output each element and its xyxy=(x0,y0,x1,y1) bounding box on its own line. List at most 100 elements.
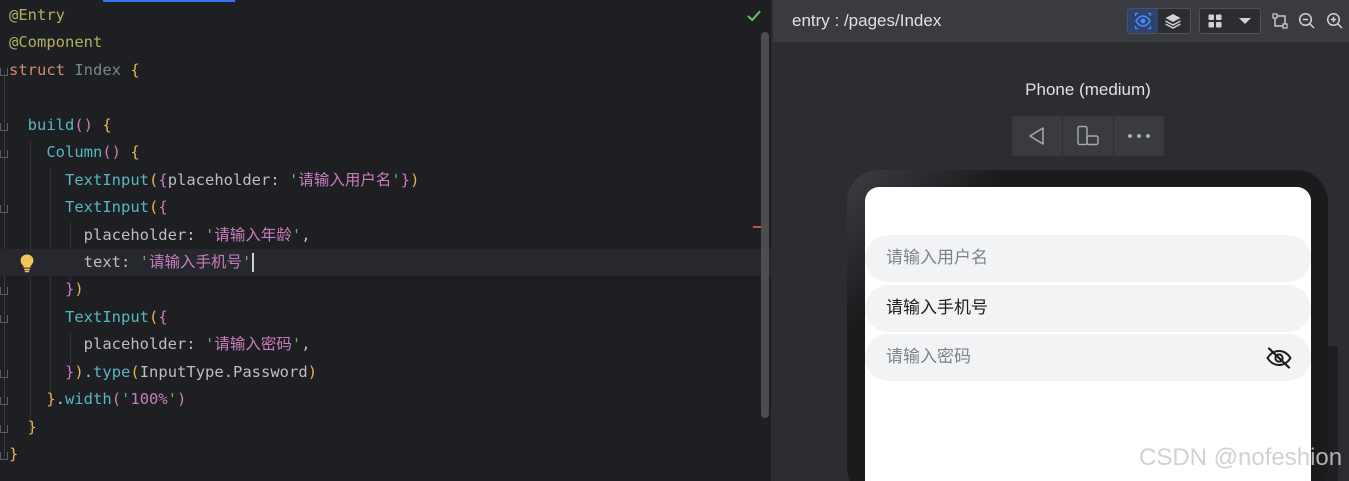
code-line[interactable]: }).type(InputType.Password) xyxy=(9,359,771,386)
code-line[interactable]: @Component xyxy=(9,29,771,56)
fold-marker[interactable] xyxy=(0,150,8,158)
code-token: { xyxy=(102,115,112,134)
code-token: ) xyxy=(74,362,84,381)
code-token: placeholder: xyxy=(167,170,290,189)
code-token: ' xyxy=(391,170,401,189)
code-line[interactable]: @Entry xyxy=(9,2,771,29)
code-token: TextInput xyxy=(65,170,149,189)
phone-number-input[interactable]: 请输入手机号 xyxy=(865,285,1311,332)
code-line[interactable]: TextInput({ xyxy=(9,304,771,331)
layers-button[interactable] xyxy=(1158,9,1188,33)
code-token: 请输入用户名 xyxy=(298,170,392,189)
more-button[interactable] xyxy=(1114,116,1164,156)
phone-number-value: 请输入手机号 xyxy=(886,298,988,318)
code-line[interactable]: TextInput({ xyxy=(9,194,771,221)
code-token: ' xyxy=(291,225,302,244)
zoom-in-button[interactable] xyxy=(1325,10,1345,32)
code-token: ) xyxy=(177,390,187,409)
code-line[interactable]: build() { xyxy=(9,112,771,139)
code-token: @Entry xyxy=(9,6,65,24)
fold-marker[interactable] xyxy=(0,425,8,433)
zoom-out-button[interactable] xyxy=(1297,10,1317,32)
fold-marker[interactable] xyxy=(0,370,8,378)
code-token: ( xyxy=(130,362,140,381)
code-token: } xyxy=(9,445,19,463)
code-token: InputType.Password xyxy=(139,362,308,381)
code-line[interactable]: TextInput({placeholder: '请输入用户名'}) xyxy=(9,167,771,194)
eye-off-icon[interactable] xyxy=(1265,346,1293,370)
code-token: Index xyxy=(74,60,131,79)
code-line[interactable]: }) xyxy=(9,276,771,303)
rotate-device-button[interactable] xyxy=(1063,116,1114,156)
inspector-button[interactable] xyxy=(1128,9,1158,33)
code-token: () xyxy=(74,115,94,134)
fold-marker[interactable] xyxy=(0,123,8,131)
crop-button[interactable] xyxy=(1270,10,1290,32)
fold-marker[interactable] xyxy=(0,205,8,213)
password-input[interactable]: 请输入密码 xyxy=(865,334,1311,381)
back-button[interactable] xyxy=(1012,116,1063,156)
fold-marker[interactable] xyxy=(0,452,8,460)
fold-marker[interactable] xyxy=(0,287,8,295)
grid-button[interactable] xyxy=(1200,9,1230,33)
code-token: ' xyxy=(242,252,252,271)
code-token: { xyxy=(130,60,140,79)
code-line[interactable]: text: '请输入手机号' xyxy=(0,248,771,277)
code-token: } xyxy=(27,417,38,436)
check-icon[interactable] xyxy=(746,8,762,24)
dropdown-toggle[interactable] xyxy=(1230,9,1260,33)
code-token: , xyxy=(301,225,311,244)
code-line[interactable]: struct Index { xyxy=(9,57,771,84)
more-icon xyxy=(1128,134,1150,138)
code-line[interactable]: ​ xyxy=(9,84,771,111)
code-line[interactable]: Column() { xyxy=(9,139,771,166)
layers-icon xyxy=(1165,14,1181,29)
fold-marker[interactable] xyxy=(0,315,8,323)
code-line[interactable]: placeholder: '请输入密码', xyxy=(9,331,771,358)
code-token: { xyxy=(158,170,168,189)
code-token: , xyxy=(301,335,311,354)
code-token: } xyxy=(65,280,75,299)
code-token: placeholder: xyxy=(83,225,205,244)
code-token: ' xyxy=(289,170,299,189)
editor-scrollbar[interactable] xyxy=(761,32,769,418)
code-token: type xyxy=(93,362,131,381)
previewer-title: entry : /pages/Index xyxy=(792,11,942,30)
code-token: ' xyxy=(139,252,149,271)
lightbulb-icon[interactable] xyxy=(18,253,36,273)
previewer-panel: entry : /pages/Index Phone (medium) 请输入用… xyxy=(773,0,1349,481)
username-input[interactable]: 请输入用户名 xyxy=(865,235,1311,282)
rotate-device-icon xyxy=(1077,125,1099,146)
fold-marker[interactable] xyxy=(0,68,8,76)
code-line[interactable]: placeholder: '请输入年龄', xyxy=(9,222,771,249)
code-editor[interactable]: @Entry@Componentstruct Index {​ build() … xyxy=(0,0,771,481)
code-token: Column xyxy=(46,143,103,162)
phone-screen: 请输入用户名 请输入手机号 请输入密码 xyxy=(865,187,1311,481)
fold-marker[interactable] xyxy=(0,397,8,405)
code-line[interactable]: } xyxy=(9,441,771,468)
device-label: Phone (medium) xyxy=(1025,80,1151,99)
code-line[interactable]: } xyxy=(9,414,771,441)
back-icon xyxy=(1029,127,1044,145)
code-token: struct xyxy=(9,60,75,79)
code-token: ' xyxy=(167,390,178,409)
code-token: } xyxy=(46,390,56,409)
code-token: text: xyxy=(83,252,140,271)
code-line[interactable]: }.width('100%') xyxy=(9,386,771,413)
code-token: placeholder: xyxy=(83,335,205,354)
code-content[interactable]: @Entry@Componentstruct Index {​ build() … xyxy=(0,2,771,468)
layout-dropdown[interactable] xyxy=(1199,8,1261,34)
code-token: ( xyxy=(149,198,159,217)
text-caret xyxy=(252,252,255,272)
